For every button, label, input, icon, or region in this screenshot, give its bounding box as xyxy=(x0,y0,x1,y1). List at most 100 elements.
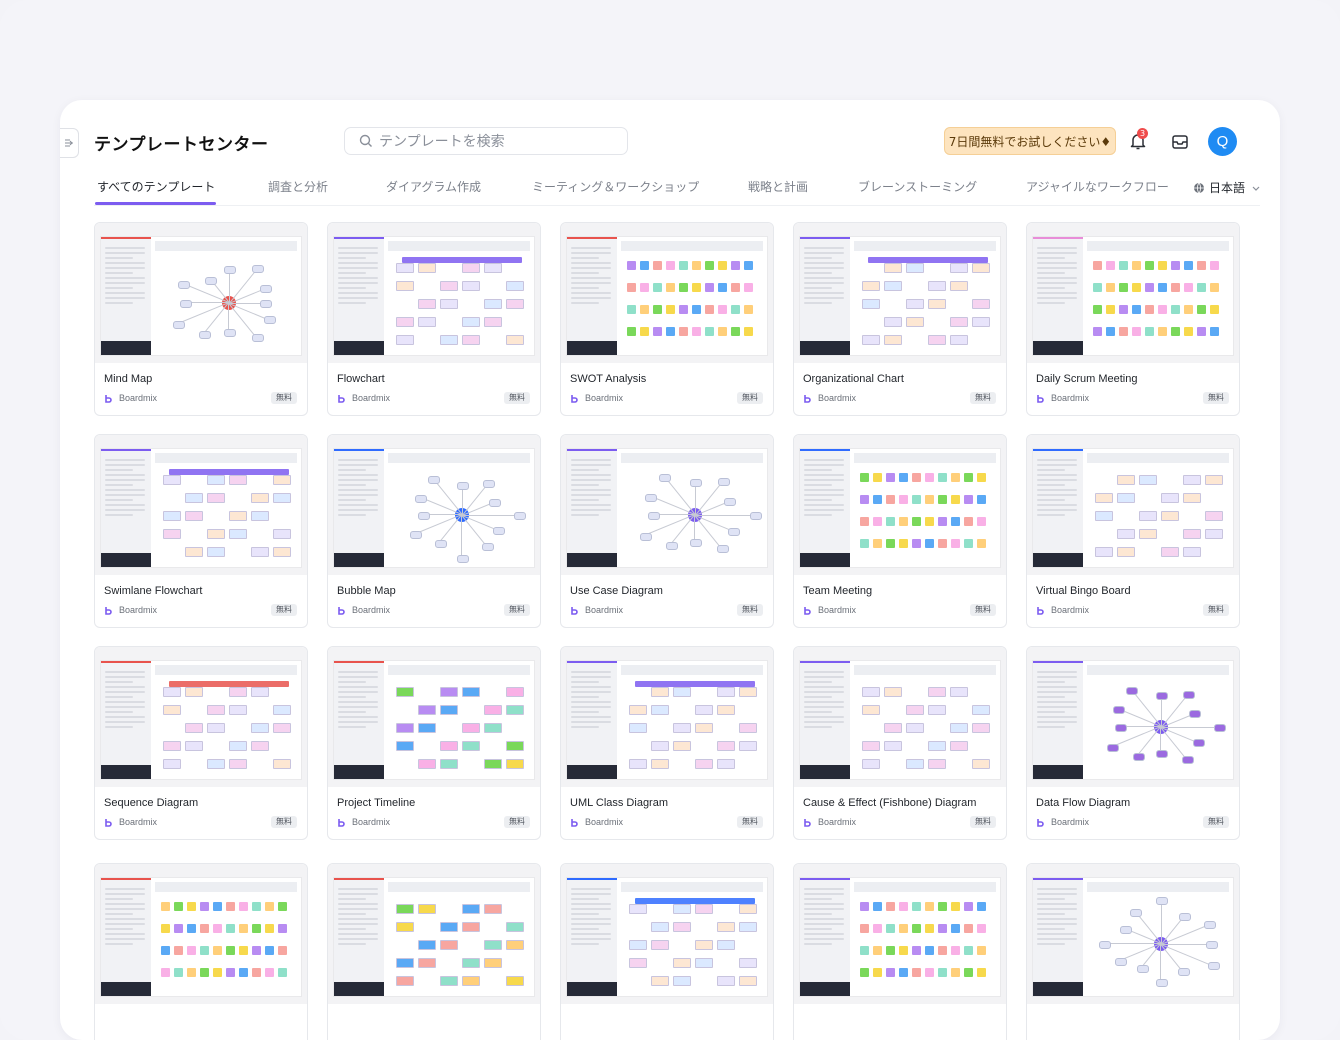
language-selector[interactable]: 日本語 xyxy=(1193,179,1261,196)
template-card[interactable]: Project Timeline Boardmix 無料 xyxy=(327,646,541,840)
template-thumbnail[interactable] xyxy=(561,864,773,1004)
text-line xyxy=(338,302,366,304)
template-thumbnail[interactable] xyxy=(794,864,1006,1004)
tab-strategy-planning[interactable]: 戦略と計画 xyxy=(748,178,808,195)
template-thumbnail[interactable] xyxy=(95,647,307,787)
collapse-sidebar-button[interactable] xyxy=(60,128,79,158)
template-thumbnail[interactable] xyxy=(1027,223,1239,363)
tab-meetings-workshops[interactable]: ミーティング＆ワークショップ xyxy=(532,178,699,195)
search-input[interactable]: テンプレートを検索 xyxy=(344,127,628,155)
template-card[interactable] xyxy=(560,863,774,1040)
tab-brainstorming[interactable]: ブレーンストーミング xyxy=(858,178,977,195)
diagram-box xyxy=(484,263,502,273)
thumb-footer xyxy=(1033,341,1083,355)
template-thumbnail[interactable] xyxy=(1027,864,1239,1004)
text-line xyxy=(571,933,611,935)
template-card[interactable] xyxy=(793,863,1007,1040)
sticky-note xyxy=(899,517,908,526)
node xyxy=(263,316,276,325)
template-thumbnail[interactable] xyxy=(328,647,540,787)
diagram-title-bar xyxy=(635,898,755,904)
tab-research-analysis[interactable]: 調査と分析 xyxy=(268,178,328,195)
text-line xyxy=(1037,933,1077,935)
diagram-box xyxy=(251,511,269,521)
diagram-box xyxy=(906,263,924,273)
template-card[interactable]: Data Flow Diagram Boardmix 無料 xyxy=(1026,646,1240,840)
text-line xyxy=(1037,494,1077,496)
text-line xyxy=(1037,499,1065,501)
template-card[interactable]: Daily Scrum Meeting Boardmix 無料 xyxy=(1026,222,1240,416)
thumb-header-bar xyxy=(621,241,763,251)
template-thumbnail[interactable] xyxy=(328,223,540,363)
template-thumbnail[interactable] xyxy=(561,435,773,575)
sticky-note xyxy=(226,902,235,911)
template-thumbnail[interactable] xyxy=(95,223,307,363)
diagram-box xyxy=(251,741,269,751)
diagram-box xyxy=(928,687,946,697)
author-name: Boardmix xyxy=(352,605,391,615)
template-card[interactable]: Cause & Effect (Fishbone) Diagram Boardmi… xyxy=(793,646,1007,840)
template-thumbnail[interactable] xyxy=(95,864,307,1004)
template-thumbnail[interactable] xyxy=(328,864,540,1004)
template-thumbnail[interactable] xyxy=(95,435,307,575)
template-thumbnail[interactable] xyxy=(561,223,773,363)
template-card[interactable]: Flowchart Boardmix 無料 xyxy=(327,222,541,416)
text-line xyxy=(105,888,145,890)
tab-all-templates[interactable]: すべてのテンプレート xyxy=(97,178,215,195)
sticky-note xyxy=(912,517,921,526)
sticky-note xyxy=(1171,305,1180,314)
diagram-box xyxy=(651,759,669,769)
tab-agile-workflow[interactable]: アジャイルなワークフロー xyxy=(1026,178,1169,195)
template-card[interactable]: Sequence Diagram Boardmix 無料 xyxy=(94,646,308,840)
text-line xyxy=(105,918,145,920)
free-trial-button[interactable]: 7日間無料でお試しください♦ xyxy=(944,127,1116,155)
template-card[interactable]: SWOT Analysis Boardmix 無料 xyxy=(560,222,774,416)
text-line xyxy=(105,726,133,728)
template-card[interactable] xyxy=(1026,863,1240,1040)
sticky-note xyxy=(213,902,222,911)
template-card[interactable]: Team Meeting Boardmix 無料 xyxy=(793,434,1007,628)
template-card[interactable]: Bubble Map Boardmix 無料 xyxy=(327,434,541,628)
template-card[interactable] xyxy=(327,863,541,1040)
text-lines xyxy=(338,671,378,731)
diagram-box xyxy=(229,475,247,485)
text-line xyxy=(804,701,844,703)
diagram-box xyxy=(229,511,247,521)
template-thumbnail[interactable] xyxy=(1027,647,1239,787)
sticky-note xyxy=(627,305,636,314)
template-card[interactable]: UML Class Diagram Boardmix 無料 xyxy=(560,646,774,840)
inbox-icon[interactable] xyxy=(1170,132,1190,152)
template-card[interactable]: Use Case Diagram Boardmix 無料 xyxy=(560,434,774,628)
template-thumbnail[interactable] xyxy=(794,435,1006,575)
avatar[interactable]: Q xyxy=(1208,127,1237,156)
thumb-footer xyxy=(800,341,850,355)
diagram-box xyxy=(717,705,735,715)
text-line xyxy=(338,711,366,713)
diagram-title-bar xyxy=(635,681,755,687)
diagram-box xyxy=(862,687,880,697)
template-card[interactable]: Virtual Bingo Board Boardmix 無料 xyxy=(1026,434,1240,628)
text-line xyxy=(1037,888,1077,890)
thumb-footer xyxy=(101,553,151,567)
template-thumbnail[interactable] xyxy=(561,647,773,787)
tab-diagramming[interactable]: ダイアグラム作成 xyxy=(386,178,481,195)
template-thumbnail[interactable] xyxy=(328,435,540,575)
author-name: Boardmix xyxy=(119,393,158,403)
diagram-box xyxy=(673,976,691,986)
template-card[interactable] xyxy=(94,863,308,1040)
template-card[interactable]: Swimlane Flowchart Boardmix 無料 xyxy=(94,434,308,628)
template-thumbnail[interactable] xyxy=(1027,435,1239,575)
template-card[interactable]: Mind Map Boardmix 無料 xyxy=(94,222,308,416)
boardmix-logo-icon xyxy=(338,818,345,827)
template-card[interactable]: Organizational Chart Boardmix 無料 xyxy=(793,222,1007,416)
template-author: Boardmix xyxy=(570,393,623,403)
template-thumbnail[interactable] xyxy=(794,223,1006,363)
diagram-box xyxy=(251,723,269,733)
diagram-box xyxy=(673,723,691,733)
diagram-box xyxy=(418,705,436,715)
sticky-note xyxy=(1106,283,1115,292)
template-thumbnail[interactable] xyxy=(794,647,1006,787)
text-line xyxy=(338,252,378,254)
text-line xyxy=(804,252,844,254)
node xyxy=(513,512,526,520)
